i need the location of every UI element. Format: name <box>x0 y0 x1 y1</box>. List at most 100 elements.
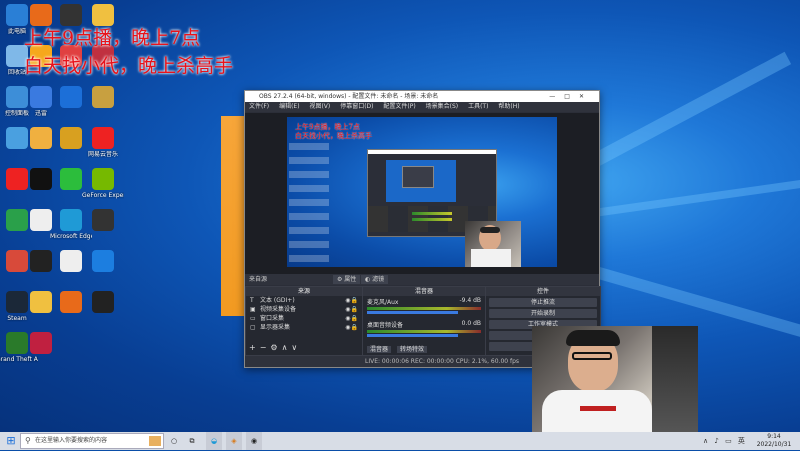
mixer-header: 混音器 <box>363 287 485 296</box>
sources-dock: 来源 T 文本 (GDI+) ◉🔒 ▣ 视频采集设备 ◉🔒 ▭ 窗口采集 ◉🔒 ▢ 显示器采集… <box>245 286 363 356</box>
system-tray-icons[interactable]: ∧ ♪ ▭ 英 <box>700 432 750 450</box>
doc2-icon <box>60 250 82 272</box>
pubg-icon <box>30 127 52 149</box>
menu-docks[interactable]: 停靠窗口(D) <box>340 103 373 110</box>
cortana-icon[interactable]: ○ <box>168 432 180 450</box>
desktop-icon-label: 迅雷 <box>34 110 47 117</box>
obs-source-toolbar: 来自源 ⚙ 属性 ◐ 滤镜 <box>245 274 599 285</box>
desktop-icon[interactable] <box>82 86 124 110</box>
taskbar-clock[interactable]: 9:14 2022/10/31 <box>752 432 796 451</box>
desktop-icon-label: Grand Theft Auto V <box>0 356 38 363</box>
webcam-person-hair <box>566 330 620 346</box>
properties-label: 属性 <box>344 276 357 283</box>
mixer-dock: 混音器 麦克风/Aux -9.4 dB 桌面音频设备 0.0 dB 混音器 转场特效 <box>362 286 486 356</box>
netease-music-icon <box>92 127 114 149</box>
stream-overlay-line2: 白天找小代，晚上杀高手 <box>24 55 234 77</box>
source-item[interactable]: ▢ 显示器采集 ◉🔒 <box>246 323 362 332</box>
webcam-overlay <box>532 326 698 432</box>
volume-slider[interactable] <box>367 311 459 314</box>
tool-icon <box>30 4 52 26</box>
desktop-icon[interactable]: GeForce Experience <box>82 168 124 199</box>
stream-overlay-line1: 上午9点播，晚上7点 <box>24 27 201 49</box>
desktop-icon-label: Steam <box>7 315 27 322</box>
search-icon: ⚲ <box>25 436 31 445</box>
windows-start-icon[interactable]: ⊞ <box>4 432 18 450</box>
taskbar-search-box[interactable]: ⚲ 在这里输入你要搜索的内容 <box>20 433 164 449</box>
menu-profile[interactable]: 配置文件(P) <box>383 103 415 110</box>
clock-date: 2022/10/31 <box>756 441 792 448</box>
taskbar: ⊞ ⚲ 在这里输入你要搜索的内容 ○ ⧉ ◒ ◈ ◉ ∧ ♪ ▭ 英 9:14 … <box>0 432 800 450</box>
edge-taskbar-icon[interactable]: ◒ <box>206 432 222 450</box>
mixer-channel: 桌面音频设备 0.0 dB <box>363 315 485 338</box>
volume-slider[interactable] <box>367 334 459 337</box>
task-view-icon[interactable]: ⧉ <box>186 432 198 450</box>
source-item[interactable]: T 文本 (GDI+) ◉🔒 <box>246 296 362 305</box>
visibility-icon[interactable]: ◉🔒 <box>345 305 358 314</box>
desktop-icon-label: 网易云音乐 <box>87 151 118 158</box>
no-source-label: 来自源 <box>249 276 268 283</box>
desktop-icon[interactable] <box>82 209 124 233</box>
video-icon <box>92 209 114 231</box>
obs-title-bar[interactable]: OBS 27.2.4 (64-bit, windows) - 配置文件: 未命名… <box>245 91 599 102</box>
clock-time: 9:14 <box>767 433 781 440</box>
source-actions[interactable]: +−⚙∧∨ <box>249 343 301 352</box>
desktop-icon[interactable]: 网易云音乐 <box>82 127 124 158</box>
menu-view[interactable]: 视图(V) <box>309 103 330 110</box>
window-controls[interactable]: —□✕ <box>549 91 593 102</box>
menu-help[interactable]: 帮助(H) <box>498 103 519 110</box>
source-item[interactable]: ▣ 视频采集设备 ◉🔒 <box>246 305 362 314</box>
filters-button[interactable]: ◐ 滤镜 <box>361 275 389 284</box>
menu-file[interactable]: 文件(F) <box>249 103 269 110</box>
folder-icon <box>92 4 114 26</box>
desktop-icon[interactable] <box>82 250 124 274</box>
desktop-icon[interactable] <box>82 291 124 315</box>
controls-header: 控件 <box>486 287 600 296</box>
preview-webcam <box>465 221 521 267</box>
start-recording-button[interactable]: 开始录制 <box>489 309 597 318</box>
visibility-icon[interactable]: ◉🔒 <box>345 323 358 332</box>
stop-streaming-button[interactable]: 停止推流 <box>489 298 597 307</box>
folder2-icon <box>30 291 52 313</box>
menu-scene-collection[interactable]: 场景集合(S) <box>426 103 459 110</box>
desktop-icon-label: Microsoft Edge <box>50 233 92 240</box>
preview-desktop-capture: 上午9点播，晚上7点 白天找小代，晚上杀高手 <box>287 117 557 267</box>
text-icon: T <box>250 297 254 304</box>
visibility-icon[interactable]: ◉🔒 <box>345 296 358 305</box>
menu-edit[interactable]: 编辑(E) <box>279 103 299 110</box>
webcam-background-chair <box>652 326 698 432</box>
sources-header: 来源 <box>246 287 362 296</box>
monitor-icon: ▢ <box>250 324 256 331</box>
game3-icon <box>92 291 114 313</box>
tab-transitions[interactable]: 转场特效 <box>396 346 427 353</box>
desktop-icon[interactable] <box>20 332 62 356</box>
volume-meter <box>367 330 481 333</box>
preview-icon-column <box>289 143 329 263</box>
filters-label: 滤镜 <box>372 276 385 283</box>
app-taskbar-icon[interactable]: ◈ <box>226 432 242 450</box>
tab-mixer[interactable]: 混音器 <box>367 346 392 353</box>
visibility-icon[interactable]: ◉🔒 <box>345 314 358 323</box>
search-highlight-image <box>149 436 161 446</box>
properties-button[interactable]: ⚙ 属性 <box>333 275 361 284</box>
desktop-icon-label: GeForce Experience <box>82 192 124 199</box>
menu-tools[interactable]: 工具(T) <box>468 103 488 110</box>
nvidia-icon <box>92 168 114 190</box>
app2-icon <box>30 250 52 272</box>
obs-preview[interactable]: 上午9点播，晚上7点 白天找小代，晚上杀高手 <box>245 113 599 274</box>
obs-taskbar-icon[interactable]: ◉ <box>246 432 262 450</box>
qq-icon <box>30 168 52 190</box>
camera-icon: ▣ <box>250 306 256 313</box>
webcam-shirt-print <box>580 406 616 411</box>
app3-icon <box>60 291 82 313</box>
search-placeholder: 在这里输入你要搜索的内容 <box>35 437 108 444</box>
window-icon: ▭ <box>250 315 256 322</box>
kugou-icon <box>92 250 114 272</box>
mixer-channel: 麦克风/Aux -9.4 dB <box>363 296 485 315</box>
desktop: 此电脑回收站控制面板迅雷网易云音乐GeForce ExperienceMicro… <box>0 0 800 432</box>
app4-icon <box>30 332 52 354</box>
webcam-glasses <box>572 352 612 360</box>
webcam-person-shirt <box>542 390 652 432</box>
obs-icon <box>60 4 82 26</box>
desktop-icon[interactable] <box>82 4 124 28</box>
source-item[interactable]: ▭ 窗口采集 ◉🔒 <box>246 314 362 323</box>
